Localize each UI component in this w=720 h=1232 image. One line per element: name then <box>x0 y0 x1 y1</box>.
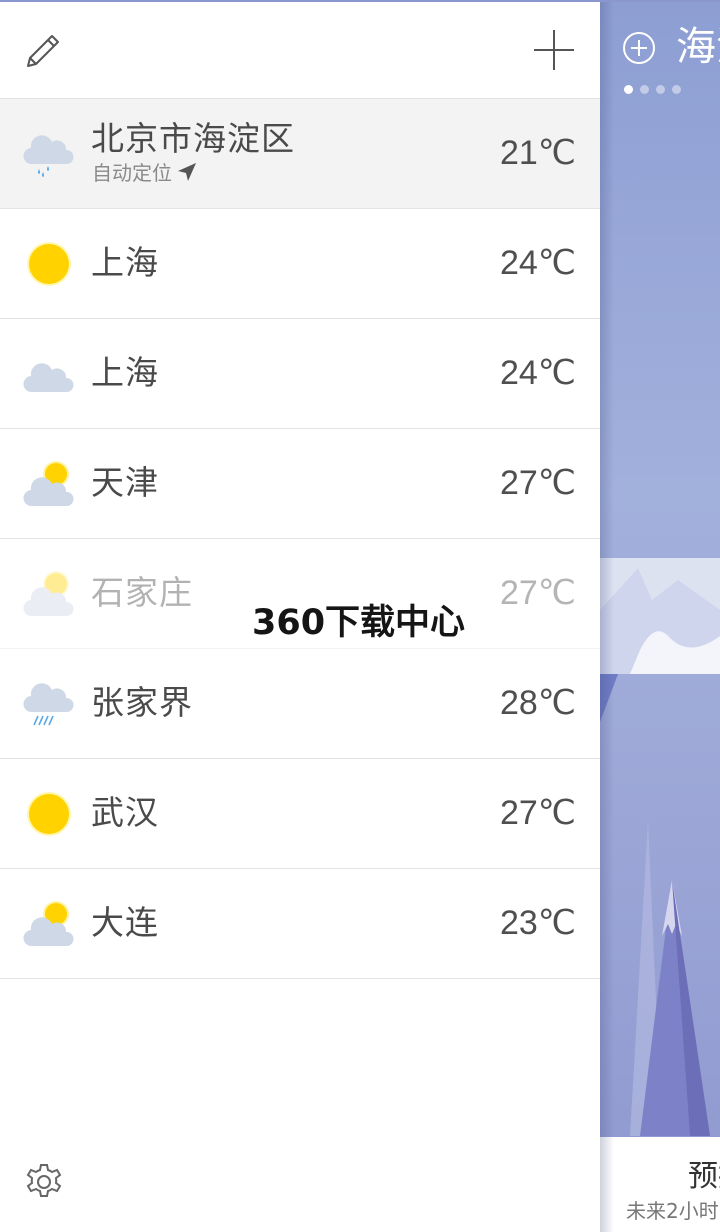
current-city-title: 海淀 <box>676 24 720 70</box>
city-row[interactable]: 天津 27℃ <box>0 429 600 539</box>
plus-icon <box>534 30 574 70</box>
city-temperature: 27℃ <box>499 794 576 832</box>
pencil-icon <box>27 35 59 67</box>
city-name: 张家界 <box>91 683 193 722</box>
city-temperature: 27℃ <box>499 464 576 502</box>
city-row[interactable]: 大连 23℃ <box>0 869 600 979</box>
city-temperature: 21℃ <box>499 134 576 172</box>
city-list-header <box>0 0 600 99</box>
edit-button[interactable] <box>22 30 66 70</box>
city-row[interactable]: 武汉 27℃ <box>0 759 600 869</box>
city-row[interactable]: 上海 24℃ <box>0 319 600 429</box>
top-accent-line <box>0 0 720 2</box>
city-row[interactable]: 张家界 28℃ <box>0 649 600 759</box>
city-name: 上海 <box>91 353 159 392</box>
page-dot[interactable] <box>672 85 681 94</box>
city-name: 大连 <box>91 903 159 942</box>
city-name: 武汉 <box>91 793 159 832</box>
auto-location-label: 自动定位 <box>92 160 198 189</box>
forecast-card[interactable]: 预报 未来2小时 <box>600 1137 720 1232</box>
sun-icon <box>22 238 76 290</box>
city-name: 天津 <box>91 463 159 502</box>
gear-icon <box>26 1164 62 1197</box>
partly-cloudy-icon <box>22 568 76 620</box>
page-indicator <box>624 79 688 94</box>
sun-icon <box>22 788 76 840</box>
weather-app-screen: 北京市海淀区自动定位 21℃ 上海 24℃ 上海 24℃ 天津 27℃ 石家庄 27℃ 张… <box>0 0 720 1232</box>
city-name: 石家庄 <box>91 573 193 612</box>
city-row[interactable]: 上海 24℃ <box>0 209 600 319</box>
city-row[interactable]: 北京市海淀区自动定位 21℃ <box>0 99 600 209</box>
city-temperature: 23℃ <box>499 904 576 942</box>
city-name: 上海 <box>91 243 159 282</box>
page-dot[interactable] <box>656 85 665 94</box>
auto-location-text: 自动定位 <box>92 161 172 185</box>
circle-plus-icon[interactable] <box>622 31 656 65</box>
partly-cloudy-icon <box>22 898 76 950</box>
city-temperature: 28℃ <box>499 684 576 722</box>
city-list: 北京市海淀区自动定位 21℃ 上海 24℃ 上海 24℃ 天津 27℃ 石家庄 27℃ 张… <box>0 99 600 979</box>
page-dot[interactable] <box>640 85 649 94</box>
watermark-text: 360下载中心 <box>252 603 466 643</box>
city-name: 北京市海淀区 <box>91 119 295 158</box>
panel-divider-shadow <box>600 0 614 1232</box>
main-weather-panel[interactable]: 海淀 预报 未来2小时 <box>600 0 720 1232</box>
mountain-scene-illustration <box>600 558 720 1136</box>
forecast-subtitle: 未来2小时 <box>626 1199 719 1223</box>
forecast-title: 预报 <box>688 1159 720 1194</box>
location-arrow-icon <box>176 161 198 189</box>
partly-cloudy-icon <box>22 458 76 510</box>
cloud-icon <box>22 348 76 400</box>
add-city-button[interactable] <box>530 26 578 74</box>
cloud-heavy-rain-icon <box>22 678 76 730</box>
page-dot[interactable] <box>624 85 633 94</box>
cloud-rain-icon <box>22 128 76 180</box>
settings-button[interactable] <box>22 1160 66 1204</box>
city-temperature: 27℃ <box>499 574 576 612</box>
city-temperature: 24℃ <box>499 354 576 392</box>
city-temperature: 24℃ <box>499 244 576 282</box>
